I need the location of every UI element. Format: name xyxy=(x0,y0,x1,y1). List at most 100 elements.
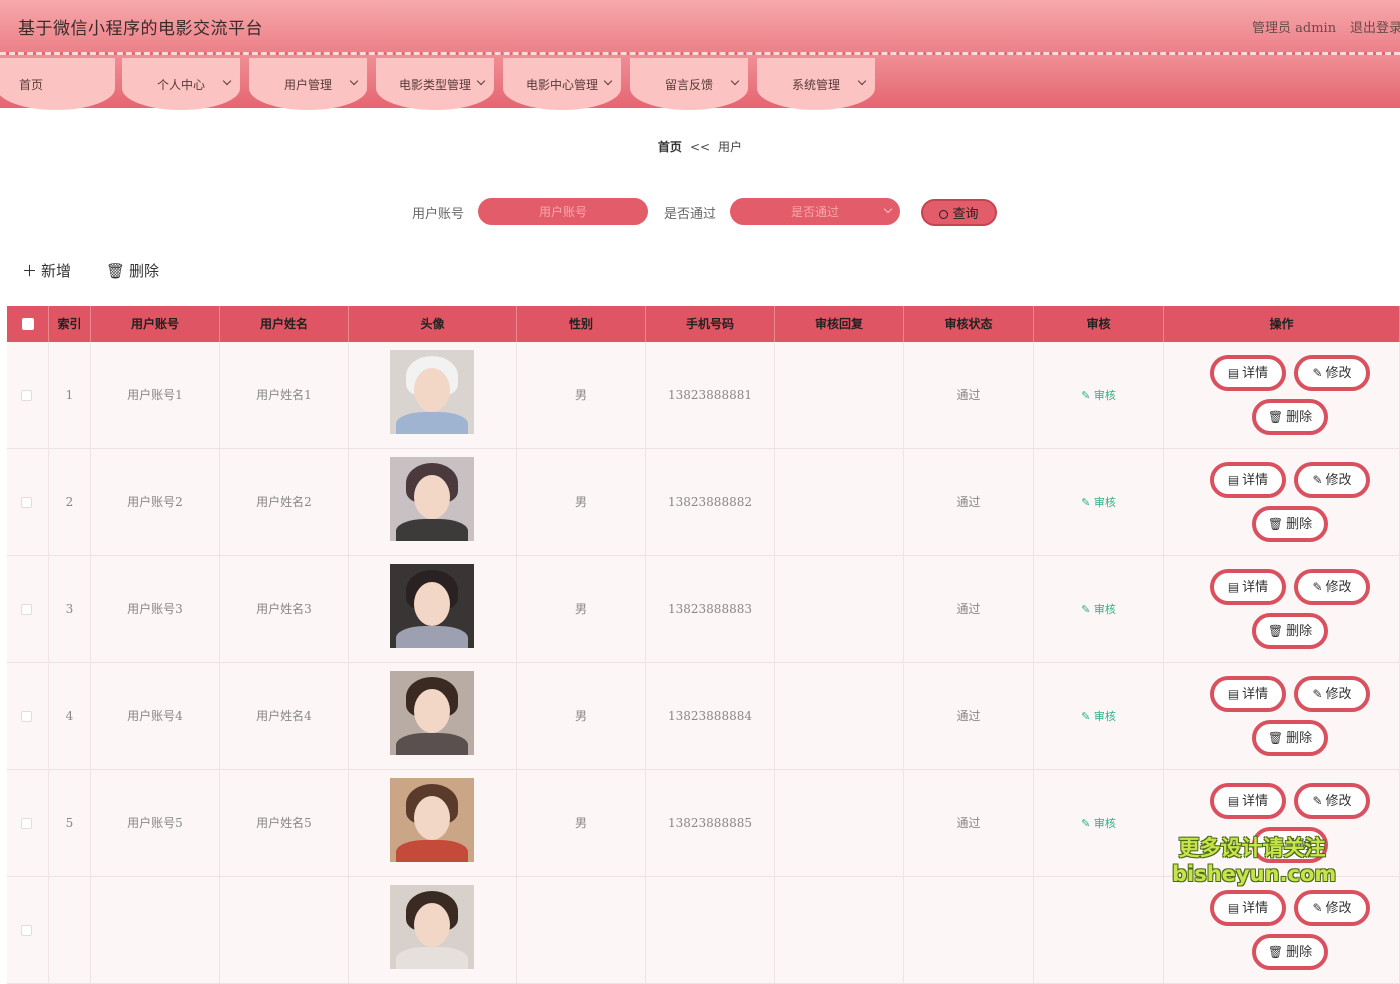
pencil-icon: ✎ xyxy=(1312,794,1323,808)
pencil-icon: ✎ xyxy=(1081,389,1094,402)
trash-icon: 🗑 xyxy=(1267,624,1284,638)
audit-link[interactable]: ✎ 审核 xyxy=(1081,389,1116,402)
table-row: 1 用户账号1 用户姓名1 男 13823888881 通过 ✎ 审核 ▤ 详情 ✎ 修改 🗑 删除 xyxy=(7,342,1400,449)
cell-status: 通过 xyxy=(904,449,1034,556)
audit-link[interactable]: ✎ 审核 xyxy=(1081,817,1116,830)
edit-button-label: 修改 xyxy=(1325,794,1352,809)
edit-button[interactable]: ✎ 修改 xyxy=(1294,569,1370,605)
audit-link-label: 审核 xyxy=(1093,389,1116,402)
audit-link-label: 审核 xyxy=(1093,710,1116,723)
detail-button-label: 详情 xyxy=(1242,580,1269,595)
row-checkbox[interactable] xyxy=(21,390,32,401)
select-all-checkbox[interactable] xyxy=(22,318,34,330)
pencil-icon: ✎ xyxy=(1312,473,1323,487)
detail-button[interactable]: ▤ 详情 xyxy=(1210,462,1286,498)
pass-filter-label: 是否通过 xyxy=(664,207,717,222)
audit-link-label: 审核 xyxy=(1093,603,1116,616)
row-checkbox[interactable] xyxy=(21,711,32,722)
audit-link-label: 审核 xyxy=(1093,817,1116,830)
cell-gender: 男 xyxy=(517,663,646,770)
document-icon: ▤ xyxy=(1227,580,1240,594)
cell-account: 用户账号2 xyxy=(91,449,220,556)
detail-button[interactable]: ▤ 详情 xyxy=(1210,676,1286,712)
cell-status xyxy=(904,877,1034,984)
delete-button[interactable]: 🗑 删除 xyxy=(1252,506,1328,542)
breadcrumb-home[interactable]: 首页 xyxy=(658,140,682,154)
row-checkbox-cell xyxy=(7,770,49,877)
header-checkbox-cell xyxy=(7,306,49,342)
cell-actions: ▤ 详情 ✎ 修改 🗑 删除 xyxy=(1164,877,1400,984)
cell-status: 通过 xyxy=(904,663,1034,770)
audit-link[interactable]: ✎ 审核 xyxy=(1081,496,1116,509)
pencil-icon: ✎ xyxy=(1081,496,1094,509)
row-checkbox[interactable] xyxy=(21,604,32,615)
cell-avatar xyxy=(349,449,517,556)
table-row: 3 用户账号3 用户姓名3 男 13823888883 通过 ✎ 审核 ▤ 详情 ✎ 修改 🗑 删除 xyxy=(7,556,1400,663)
document-icon: ▤ xyxy=(1227,794,1240,808)
table-row: ▤ 详情 ✎ 修改 🗑 删除 xyxy=(7,877,1400,984)
delete-button[interactable]: 🗑 删除 xyxy=(1252,613,1328,649)
edit-button[interactable]: ✎ 修改 xyxy=(1294,355,1370,391)
delete-button-label: 删除 xyxy=(1286,945,1313,960)
cell-status: 通过 xyxy=(904,770,1034,877)
cell-avatar xyxy=(349,877,517,984)
detail-button-label: 详情 xyxy=(1242,473,1269,488)
pencil-icon: ✎ xyxy=(1081,710,1094,723)
document-icon: ▤ xyxy=(1227,901,1240,915)
nav-item-4[interactable]: 电影中心管理 xyxy=(503,58,621,110)
avatar xyxy=(390,564,474,648)
detail-button[interactable]: ▤ 详情 xyxy=(1210,569,1286,605)
query-button[interactable]: 查询 xyxy=(921,199,997,226)
row-checkbox-cell xyxy=(7,556,49,663)
nav-item-1[interactable]: 个人中心 xyxy=(122,58,240,110)
logout-link[interactable]: 退出登录 xyxy=(1350,17,1400,36)
cell-avatar xyxy=(349,342,517,449)
delete-button[interactable]: 🗑 删除 xyxy=(1252,934,1328,970)
nav-item-2[interactable]: 用户管理 xyxy=(249,58,367,110)
nav-item-3[interactable]: 电影类型管理 xyxy=(376,58,494,110)
nav-item-5[interactable]: 留言反馈 xyxy=(630,58,748,110)
account-search-input[interactable] xyxy=(478,198,648,225)
breadcrumb: 首页 << 用户 xyxy=(0,138,1400,155)
row-checkbox[interactable] xyxy=(21,818,32,829)
edit-button[interactable]: ✎ 修改 xyxy=(1294,890,1370,926)
edit-button[interactable]: ✎ 修改 xyxy=(1294,462,1370,498)
detail-button[interactable]: ▤ 详情 xyxy=(1210,890,1286,926)
audit-link[interactable]: ✎ 审核 xyxy=(1081,603,1116,616)
add-button[interactable]: ＋新增 xyxy=(22,260,71,281)
delete-button-label: 删除 xyxy=(1286,624,1313,639)
plus-icon: ＋ xyxy=(22,262,38,280)
watermark: 更多设计请关注 bisheyun.com xyxy=(1172,835,1336,887)
edit-button[interactable]: ✎ 修改 xyxy=(1294,676,1370,712)
delete-button-label: 删除 xyxy=(1286,517,1313,532)
row-checkbox[interactable] xyxy=(21,925,32,936)
detail-button[interactable]: ▤ 详情 xyxy=(1210,355,1286,391)
column-header-0: 索引 xyxy=(49,306,91,342)
cell-actions: ▤ 详情 ✎ 修改 🗑 删除 xyxy=(1164,556,1400,663)
nav-item-6[interactable]: 系统管理 xyxy=(757,58,875,110)
delete-button[interactable]: 🗑 删除 xyxy=(1252,399,1328,435)
edit-button-label: 修改 xyxy=(1325,473,1352,488)
cell-audit: ✎ 审核 xyxy=(1034,556,1164,663)
cell-gender: 男 xyxy=(517,770,646,877)
cell-reply xyxy=(775,877,904,984)
cell-phone: 13823888882 xyxy=(646,449,775,556)
edit-button[interactable]: ✎ 修改 xyxy=(1294,783,1370,819)
cell-name: 用户姓名2 xyxy=(220,449,349,556)
column-header-4: 性别 xyxy=(517,306,646,342)
bulk-delete-button[interactable]: 🗑 删除 xyxy=(106,260,159,281)
cell-reply xyxy=(775,342,904,449)
avatar xyxy=(390,671,474,755)
cell-index: 5 xyxy=(49,770,91,877)
pass-filter-select[interactable] xyxy=(730,198,900,225)
nav-item-0[interactable]: 首页 xyxy=(0,58,115,110)
detail-button[interactable]: ▤ 详情 xyxy=(1210,783,1286,819)
delete-button[interactable]: 🗑 删除 xyxy=(1252,720,1328,756)
watermark-line1: 更多设计请关注 xyxy=(1178,836,1326,860)
cell-name: 用户姓名4 xyxy=(220,663,349,770)
avatar xyxy=(390,457,474,541)
cell-index: 2 xyxy=(49,449,91,556)
audit-link[interactable]: ✎ 审核 xyxy=(1081,710,1116,723)
cell-status: 通过 xyxy=(904,342,1034,449)
row-checkbox[interactable] xyxy=(21,497,32,508)
